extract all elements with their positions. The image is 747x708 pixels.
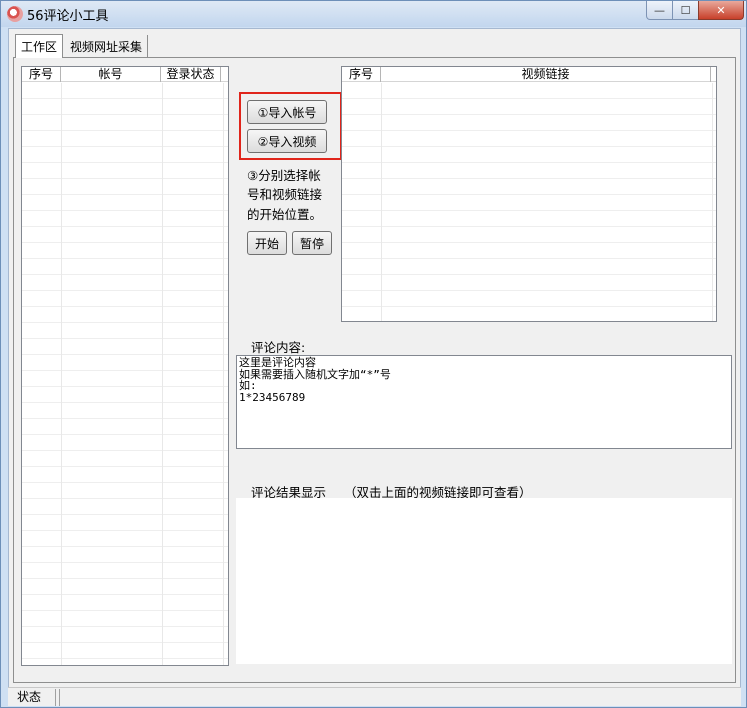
video-list-header: 序号 视频链接 [342, 67, 716, 82]
title-bar[interactable]: 56评论小工具 — ☐ ✕ [1, 1, 746, 27]
import-accounts-button[interactable]: ①导入帐号 [247, 100, 327, 124]
column-header-index[interactable]: 序号 [342, 67, 381, 82]
import-videos-button[interactable]: ②导入视频 [247, 129, 327, 153]
close-button[interactable]: ✕ [698, 1, 744, 20]
column-header-account[interactable]: 帐号 [61, 67, 161, 82]
status-separator [56, 689, 60, 706]
column-header-video-link[interactable]: 视频链接 [381, 67, 711, 82]
instruction-line-1: ③分别选择帐 [247, 168, 321, 183]
video-list-gridlines [342, 83, 716, 321]
status-label: 状态 [8, 689, 56, 706]
workspace-panel: 序号 帐号 登录状态 ①导入帐号 ②导入视频 ③分别选择帐 号和视频链接 的开始… [13, 57, 736, 683]
app-window: 56评论小工具 — ☐ ✕ 工作区 视频网址采集 序号 帐号 登录状态 ①导入帐 [0, 0, 747, 708]
grid-line [223, 83, 224, 665]
minimize-button[interactable]: — [646, 1, 673, 20]
accounts-list-header: 序号 帐号 登录状态 [22, 67, 228, 82]
grid-line [61, 83, 62, 665]
video-listview[interactable]: 序号 视频链接 [341, 66, 717, 322]
results-display[interactable] [236, 498, 732, 664]
maximize-button[interactable]: ☐ [672, 1, 699, 20]
start-button[interactable]: 开始 [247, 231, 287, 255]
client-area: 工作区 视频网址采集 序号 帐号 登录状态 ①导入帐号 ②导入视频 ③分别选择帐… [8, 28, 741, 704]
instruction-line-2: 号和视频链接 [247, 187, 323, 202]
column-header-login-status[interactable]: 登录状态 [161, 67, 221, 82]
app-logo-icon [7, 6, 23, 22]
pause-button[interactable]: 暂停 [292, 231, 332, 255]
tab-video-url-collect[interactable]: 视频网址采集 [65, 35, 149, 57]
accounts-list-gridlines [22, 83, 228, 665]
instruction-line-3: 的开始位置。 [247, 207, 323, 222]
grid-line [712, 83, 713, 321]
grid-line [381, 83, 382, 321]
window-title: 56评论小工具 [27, 9, 109, 24]
comment-content-label: 评论内容: [251, 340, 306, 355]
grid-line [162, 83, 163, 665]
comment-content-textarea[interactable]: 这里是评论内容 如果需要插入随机文字加“*”号 如: 1*23456789 [236, 355, 732, 449]
tab-workspace[interactable]: 工作区 [15, 34, 64, 58]
column-header-index[interactable]: 序号 [22, 67, 61, 82]
status-bar: 状态 [8, 687, 741, 706]
accounts-listview[interactable]: 序号 帐号 登录状态 [21, 66, 229, 666]
